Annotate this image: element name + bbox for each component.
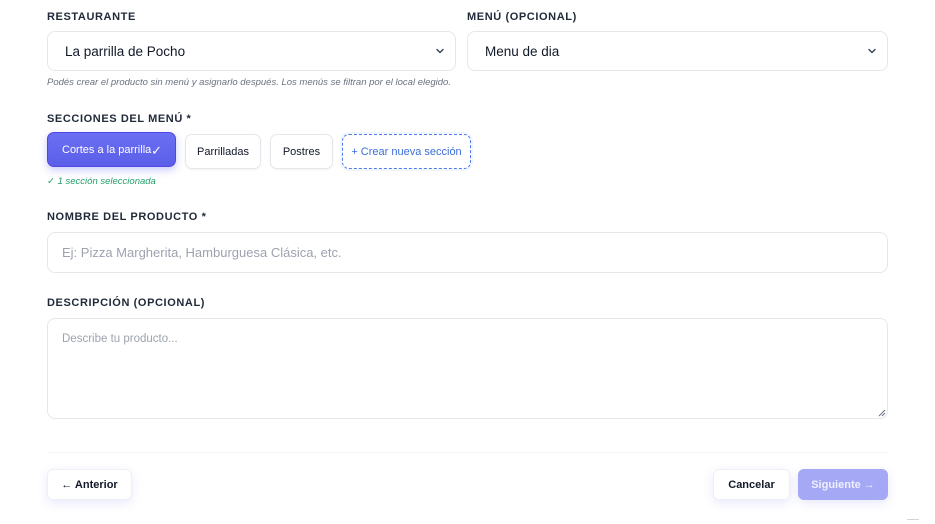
section-chip-parrilladas[interactable]: Parrilladas bbox=[185, 134, 261, 169]
next-button-label: Siguiente → bbox=[811, 478, 875, 491]
product-name-label: NOMBRE DEL PRODUCTO * bbox=[47, 211, 207, 223]
footer-divider bbox=[47, 452, 888, 453]
previous-button-label: ← Anterior bbox=[61, 478, 118, 491]
create-section-button[interactable]: + Crear nueva sección bbox=[342, 134, 471, 169]
section-chip-label: Postres bbox=[282, 145, 321, 158]
product-name-input[interactable] bbox=[47, 232, 888, 273]
section-chip-label: Cortes a la parrilla bbox=[62, 143, 152, 156]
chevron-down-icon bbox=[436, 48, 444, 54]
corner-mark bbox=[907, 519, 919, 520]
menu-select[interactable]: Menu de dia bbox=[467, 31, 888, 71]
cancel-button-label: Cancelar bbox=[728, 478, 775, 491]
menu-label: MENÚ (OPCIONAL) bbox=[467, 11, 577, 23]
sections-status: ✓ 1 sección seleccionada bbox=[47, 176, 156, 187]
previous-button[interactable]: ← Anterior bbox=[47, 469, 132, 500]
section-chip-label: Parrilladas bbox=[197, 145, 249, 158]
resize-grip-icon[interactable] bbox=[878, 409, 886, 417]
restaurant-select[interactable]: La parrilla de Pocho bbox=[47, 31, 456, 71]
section-chip-cortes[interactable]: Cortes a la parrilla ✓ bbox=[47, 132, 176, 167]
create-section-label: + Crear nueva sección bbox=[351, 145, 462, 158]
section-chip-postres[interactable]: Postres bbox=[270, 134, 333, 169]
restaurant-select-value: La parrilla de Pocho bbox=[65, 43, 186, 59]
description-textarea[interactable] bbox=[47, 318, 888, 419]
menu-select-value: Menu de dia bbox=[485, 43, 560, 59]
description-label: DESCRIPCIÓN (OPCIONAL) bbox=[47, 297, 206, 309]
check-icon: ✓ bbox=[151, 143, 162, 158]
next-button[interactable]: Siguiente → bbox=[798, 469, 888, 500]
chevron-down-icon bbox=[868, 48, 876, 54]
cancel-button[interactable]: Cancelar bbox=[713, 469, 790, 500]
restaurant-label: RESTAURANTE bbox=[47, 11, 136, 23]
sections-label: SECCIONES DEL MENÚ * bbox=[47, 113, 192, 125]
menu-hint: Podés crear el producto sin menú y asign… bbox=[47, 77, 451, 88]
